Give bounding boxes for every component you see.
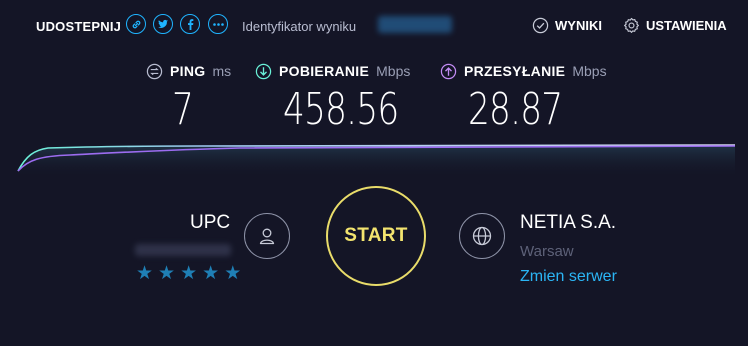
result-id-value (378, 16, 452, 33)
star-icon[interactable]: ★ (158, 264, 175, 284)
settings-label: USTAWIENIA (646, 18, 727, 33)
server-name: NETIA S.A. (520, 212, 617, 233)
isp-ip-address (135, 244, 231, 256)
results-label: WYNIKI (555, 18, 602, 33)
gear-icon (624, 17, 639, 33)
start-label: START (344, 225, 408, 246)
result-id-label: Identyfikator wyniku (242, 19, 357, 34)
upload-value: 28.87 (468, 84, 563, 135)
ping-metric: PING ms 7 (146, 62, 232, 135)
upload-arrow-icon (440, 63, 457, 79)
star-icon[interactable]: ★ (136, 264, 153, 284)
isp-rating[interactable]: ★ ★ ★ ★ ★ (136, 264, 241, 284)
more-icon[interactable] (208, 14, 228, 34)
globe-icon (459, 213, 505, 259)
download-area (18, 145, 735, 178)
speed-graph (17, 144, 736, 178)
download-value: 458.56 (283, 84, 399, 135)
star-icon[interactable]: ★ (180, 264, 197, 284)
change-server-link[interactable]: Zmien serwer (520, 268, 617, 286)
ping-label: PING (170, 63, 206, 79)
check-circle-icon (532, 17, 549, 34)
twitter-icon[interactable] (153, 14, 173, 34)
settings-link[interactable]: USTAWIENIA (623, 17, 727, 34)
server-city: Warsaw (520, 243, 574, 260)
upload-unit: Mbps (572, 63, 607, 79)
results-link[interactable]: WYNIKI (532, 17, 602, 34)
star-icon[interactable]: ★ (224, 264, 241, 284)
upload-label: PRZESYŁANIE (464, 63, 566, 79)
isp-name: UPC (190, 212, 231, 233)
download-metric: POBIERANIE Mbps 458.56 (255, 62, 411, 135)
upload-metric: PRZESYŁANIE Mbps 28.87 (440, 62, 607, 135)
top-bar: UDOSTEPNIJ Identyfikator wyniku WYNIKI U… (0, 0, 748, 52)
download-label: POBIERANIE (279, 63, 370, 79)
star-icon[interactable]: ★ (202, 264, 219, 284)
ping-icon (146, 63, 163, 79)
ping-unit: ms (212, 63, 232, 79)
facebook-icon[interactable] (180, 14, 200, 34)
download-arrow-icon (255, 63, 272, 79)
user-icon (244, 213, 290, 259)
ping-value: 7 (172, 84, 194, 135)
share-label: UDOSTEPNIJ (36, 19, 122, 34)
link-icon[interactable] (126, 14, 146, 34)
start-button[interactable]: START (326, 186, 426, 286)
download-unit: Mbps (376, 63, 411, 79)
